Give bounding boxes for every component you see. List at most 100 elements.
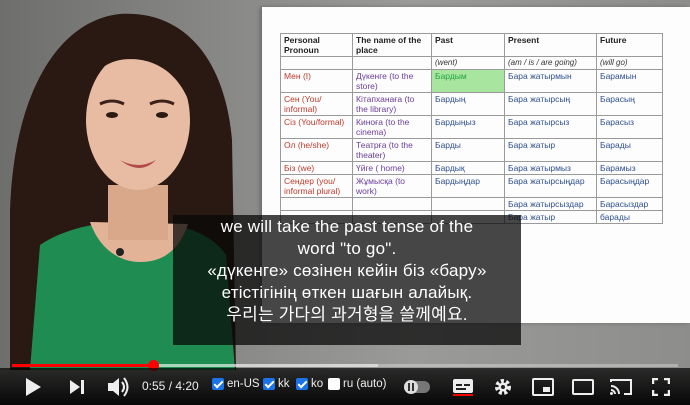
cell-pronoun: Мен (I) — [280, 69, 353, 93]
checkbox-kk[interactable] — [263, 378, 275, 390]
caption-label-kk: kk — [278, 378, 290, 390]
miniplayer-icon — [532, 378, 554, 396]
pause-icon — [408, 383, 414, 391]
cell-future: Барады — [596, 138, 663, 162]
cell-place: Дүкенге (to the store) — [352, 69, 432, 93]
caption-line-en-1: we will take the past tense of the — [220, 217, 474, 236]
caption-line-kk-2: етістігінің өткен шағын алайық. — [221, 283, 473, 302]
progress-played — [12, 364, 153, 367]
cell-pronoun: Біз (we) — [280, 161, 353, 175]
video-player[interactable]: Personal Pronoun The name of the place P… — [0, 0, 690, 405]
cell-present: Бара жатырсыздар — [504, 197, 597, 211]
fullscreen-button[interactable] — [648, 374, 674, 400]
checkbox-en-us[interactable] — [212, 378, 224, 390]
cast-icon — [610, 379, 632, 395]
next-button[interactable] — [64, 374, 90, 400]
cell-place: Киноға (to the cinema) — [352, 115, 432, 139]
cell-future: Барасыздар — [596, 197, 663, 211]
subheader-pronoun — [280, 56, 353, 70]
cell-present: Бара жатыр — [504, 138, 597, 162]
theater-mode-button[interactable] — [570, 374, 596, 400]
mute-button[interactable] — [104, 374, 132, 400]
caption-label-ko: ko — [311, 378, 324, 390]
subheader-place — [352, 56, 432, 70]
progress-bar[interactable] — [12, 360, 678, 371]
cell-past — [431, 197, 505, 211]
cell-future: Барамын — [596, 69, 663, 93]
cell-present: Бара жатырсыңдар — [504, 174, 597, 198]
time-display: 0:55 / 4:20 — [142, 379, 199, 393]
caption-line-kk-1: «дүкенге» сөзінен кейін біз «бару» — [207, 261, 487, 280]
cell-past: Бардың — [431, 92, 505, 116]
cell-place: Кітапханаға (to the library) — [352, 92, 432, 116]
caption-toggle-ko[interactable]: ko — [296, 378, 323, 390]
caption-label-ru: ru (auto) — [343, 378, 387, 390]
settings-button[interactable] — [490, 374, 516, 400]
miniplayer-button[interactable] — [530, 374, 556, 400]
volume-icon — [108, 377, 129, 397]
cell-past: Бардық — [431, 161, 505, 175]
cell-pronoun: Сіз (You/formal) — [280, 115, 353, 139]
cell-future: Барасыңдар — [596, 174, 663, 198]
cell-place: Театрға (to the theater) — [352, 138, 432, 162]
header-pronoun: Personal Pronoun — [280, 33, 353, 57]
table-row: Сіз (You/formal) Киноға (to the cinema) … — [280, 115, 663, 139]
cell-pronoun: Сен (You/ informal) — [280, 92, 353, 116]
cell-future: Барамыз — [596, 161, 663, 175]
table-row: Сендер (you/ informal plural) Жұмысқа (t… — [280, 174, 663, 198]
table-row: Ол (he/she) Театрға (to the theater) Бар… — [280, 138, 663, 162]
caption-toggle-en-us[interactable]: en-US — [212, 378, 260, 390]
next-icon — [70, 380, 84, 394]
header-future: Future — [596, 33, 663, 57]
header-present: Present — [504, 33, 597, 57]
table-row: Бара жатырсыздар Барасыздар — [280, 197, 663, 211]
cell-past: Барды — [431, 138, 505, 162]
table-header-row: Personal Pronoun The name of the place P… — [280, 33, 663, 57]
cell-pronoun: Сендер (you/ informal plural) — [280, 174, 353, 198]
autoplay-toggle[interactable] — [404, 380, 430, 394]
cell-present: Бара жатырсыз — [504, 115, 597, 139]
caption-label-en-us: en-US — [227, 378, 260, 390]
subtitles-icon — [453, 379, 473, 396]
cell-future: Барасыз — [596, 115, 663, 139]
cell-present: Бара жатырмыз — [504, 161, 597, 175]
checkbox-ru[interactable] — [328, 378, 340, 390]
cell-present: Бара жатырмын — [504, 69, 597, 93]
autoplay-toggle-knob — [404, 380, 418, 394]
cell-place — [352, 197, 432, 211]
caption-toggle-kk[interactable]: kk — [263, 378, 290, 390]
table-row: Сен (You/ informal) Кітапханаға (to the … — [280, 92, 663, 116]
subheader-past: (went) — [431, 56, 505, 70]
table-row: Мен (I) Дүкенге (to the store) Бардым Ба… — [280, 69, 663, 93]
cell-pronoun — [280, 197, 353, 211]
theater-icon — [572, 379, 594, 395]
play-button[interactable] — [20, 374, 46, 400]
checkbox-ko[interactable] — [296, 378, 308, 390]
subheader-present: (am / is / are going) — [504, 56, 597, 70]
table-subheader-row: (went) (am / is / are going) (will go) — [280, 56, 663, 70]
cell-place: Жұмысқа (to work) — [352, 174, 432, 198]
table-row: Біз (we) Үйге ( home) Бардық Бара жатырм… — [280, 161, 663, 175]
cell-future: барады — [596, 210, 663, 224]
subheader-future: (will go) — [596, 56, 663, 70]
caption-toggle-ru[interactable]: ru (auto) — [328, 378, 386, 390]
caption-line-en-2: word "to go". — [297, 239, 397, 258]
conjugation-table: Personal Pronoun The name of the place P… — [280, 33, 663, 224]
cast-button[interactable] — [608, 374, 634, 400]
caption-window[interactable]: we will take the past tense of the word … — [173, 215, 521, 345]
cell-past-highlighted: Бардым — [431, 69, 505, 93]
subtitles-button[interactable] — [450, 374, 476, 400]
cell-pronoun: Ол (he/she) — [280, 138, 353, 162]
cell-present: Бара жатырсың — [504, 92, 597, 116]
play-icon — [26, 378, 41, 396]
cell-future: Барасың — [596, 92, 663, 116]
header-place: The name of the place — [352, 33, 432, 57]
fullscreen-icon — [652, 378, 670, 396]
gear-icon — [495, 379, 511, 395]
player-controls: 0:55 / 4:20 en-US kk ko ru (auto) — [0, 368, 690, 405]
header-past: Past — [431, 33, 505, 57]
cell-past: Бардыңдар — [431, 174, 505, 198]
cell-place: Үйге ( home) — [352, 161, 432, 175]
caption-line-ko-1: 우리는 가다의 과거형을 쓸께예요. — [226, 305, 468, 324]
cell-past: Бардыңыз — [431, 115, 505, 139]
